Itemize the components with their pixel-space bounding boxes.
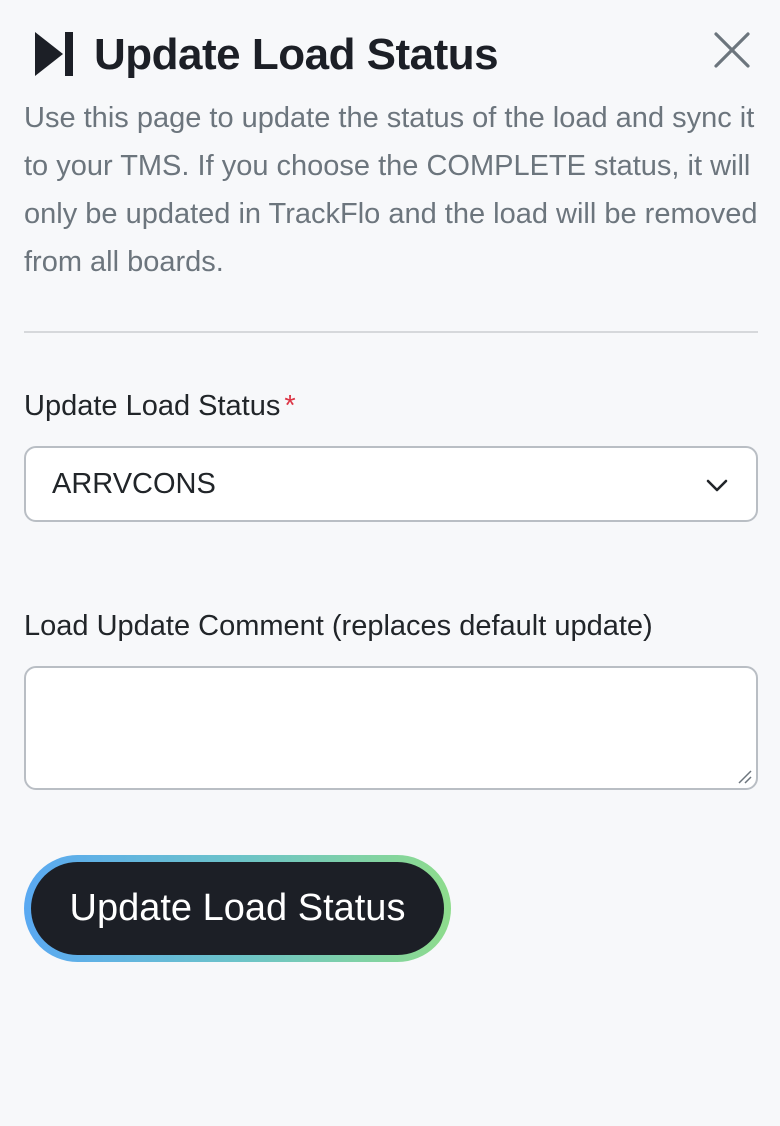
panel-header: Update Load Status [24, 28, 756, 84]
status-select[interactable]: ARRVCONS [24, 446, 758, 522]
page-title: Update Load Status [94, 30, 499, 79]
divider [24, 331, 758, 333]
comment-textarea[interactable] [24, 666, 758, 790]
chevron-down-icon [706, 479, 728, 492]
update-load-status-button[interactable]: Update Load Status [31, 862, 444, 955]
intro-text: Use this page to update the status of th… [24, 102, 758, 278]
update-load-status-panel: Update Load Status Use this page to upda… [0, 0, 780, 1126]
comment-field-label: Load Update Comment (replaces default up… [24, 610, 653, 642]
close-button[interactable] [712, 30, 752, 70]
submit-button-border: Update Load Status [24, 855, 451, 962]
status-select-value: ARRVCONS [52, 468, 216, 500]
status-field-label: Update Load Status * [24, 390, 296, 423]
required-marker: * [284, 390, 296, 422]
close-icon [714, 32, 750, 68]
skip-forward-icon [35, 32, 73, 76]
resize-handle-icon[interactable] [736, 768, 752, 784]
status-label-text: Update Load Status [24, 390, 281, 422]
